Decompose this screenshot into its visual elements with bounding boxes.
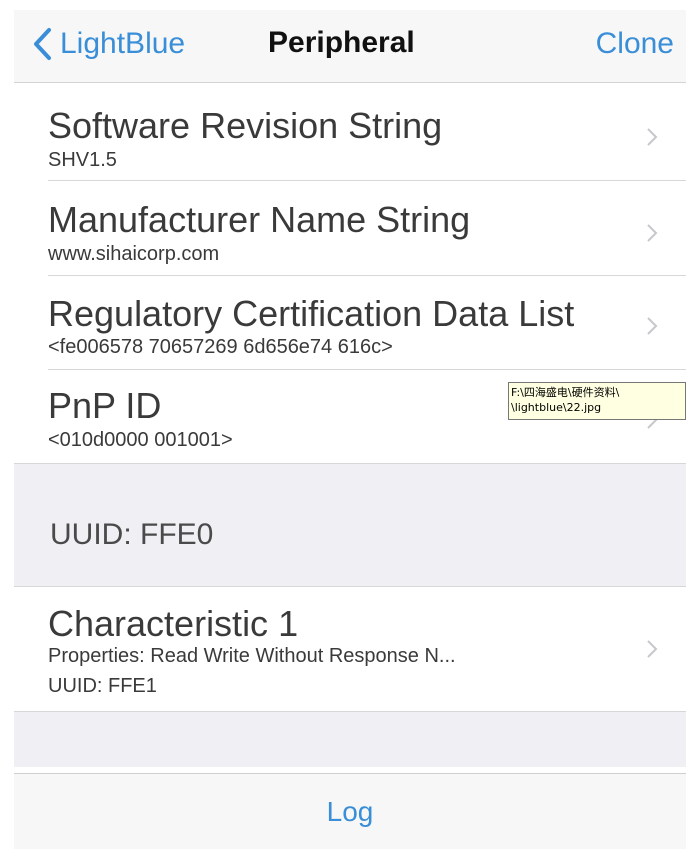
- bottom-toolbar: Log: [14, 773, 686, 849]
- service-section-header: UUID: FFE0: [14, 463, 686, 587]
- section-gap: [14, 711, 686, 767]
- row-subtitle: <010d0000 001001>: [48, 429, 233, 451]
- characteristic-title: Characteristic 1: [48, 603, 299, 644]
- row-title: Regulatory Certification Data List: [48, 293, 575, 334]
- file-path-tooltip: F:\四海盛电\硬件资料\ \lightblue\22.jpg: [508, 382, 686, 420]
- page-title: Peripheral: [268, 26, 415, 59]
- list-item-software-revision[interactable]: Software Revision String SHV1.5: [14, 83, 686, 181]
- row-title: Manufacturer Name String: [48, 199, 471, 240]
- chevron-right-icon: [647, 640, 658, 658]
- row-title: Software Revision String: [48, 105, 443, 146]
- chevron-right-icon: [647, 128, 658, 146]
- chevron-left-icon: [34, 28, 51, 60]
- row-subtitle: SHV1.5: [48, 149, 117, 171]
- service-uuid-label: UUID: FFE0: [50, 518, 214, 551]
- list-item-manufacturer-name[interactable]: Manufacturer Name String www.sihaicorp.c…: [14, 181, 686, 276]
- chevron-right-icon: [647, 317, 658, 335]
- list-item-characteristic-1[interactable]: Characteristic 1 Properties: Read Write …: [14, 587, 686, 711]
- tooltip-line-1: F:\四海盛电\硬件资料\: [511, 386, 620, 399]
- app-screen: LightBlue Peripheral Clone Software Revi…: [14, 10, 686, 849]
- list-item-regulatory-certification[interactable]: Regulatory Certification Data List <fe00…: [14, 276, 686, 370]
- characteristic-properties: Properties: Read Write Without Response …: [48, 645, 456, 667]
- back-button-label: LightBlue: [60, 27, 186, 60]
- back-button[interactable]: LightBlue: [32, 24, 185, 64]
- row-title: PnP ID: [48, 385, 162, 426]
- row-subtitle: www.sihaicorp.com: [48, 243, 220, 265]
- tooltip-line-2: \lightblue\22.jpg: [511, 401, 602, 414]
- row-subtitle: <fe006578 70657269 6d656e74 616c>: [48, 336, 393, 358]
- log-button[interactable]: Log: [14, 796, 686, 828]
- navigation-bar: LightBlue Peripheral Clone: [14, 10, 686, 83]
- characteristic-list: Software Revision String SHV1.5 Manufact…: [14, 83, 686, 767]
- chevron-right-icon: [647, 224, 658, 242]
- characteristic-uuid: UUID: FFE1: [48, 675, 157, 697]
- clone-button[interactable]: Clone: [596, 27, 674, 61]
